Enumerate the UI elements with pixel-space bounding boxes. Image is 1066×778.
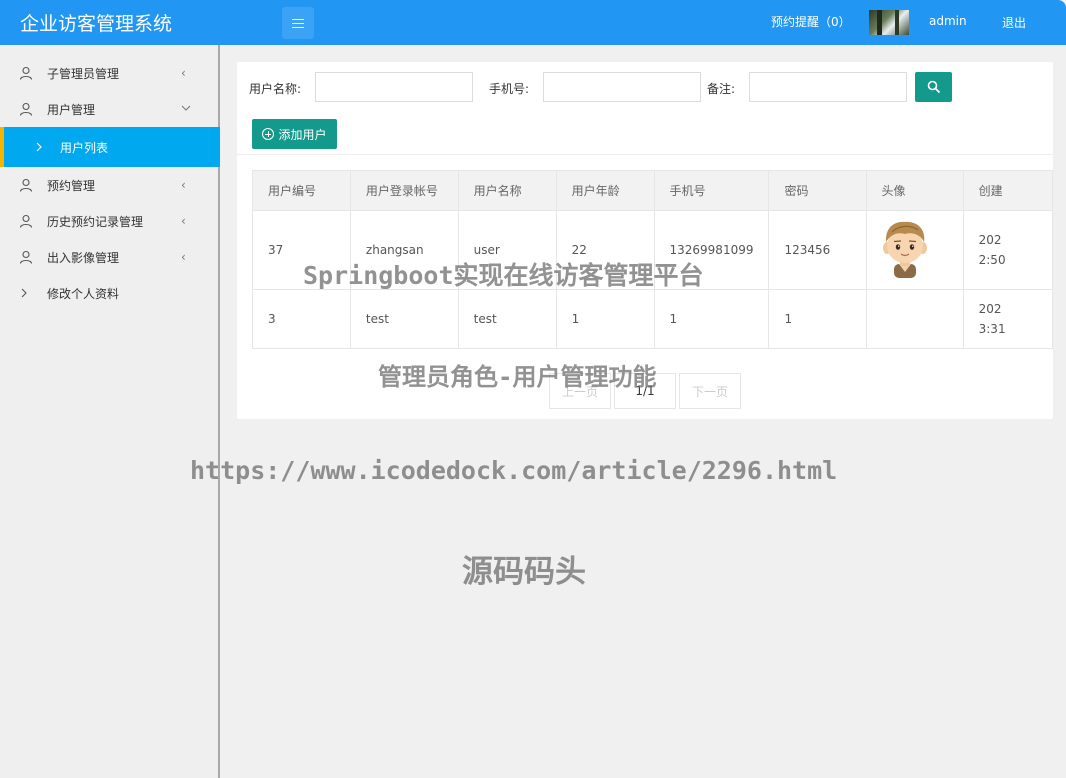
cell-phone: 1	[653, 289, 770, 349]
column-header[interactable]: 创建	[962, 170, 1053, 211]
column-header[interactable]: 用户年龄	[555, 170, 655, 211]
created-date: 202	[978, 233, 1002, 247]
cell-id: 3	[252, 289, 351, 349]
user-icon	[19, 102, 33, 116]
cell-created: 202 3:31	[962, 289, 1053, 349]
sidebar-item-appointment[interactable]: 预约管理 ‹	[0, 167, 220, 203]
user-icon	[19, 250, 33, 264]
username-link[interactable]: admin	[929, 14, 967, 28]
created-time: 2:50	[978, 253, 1006, 267]
sidebar-item-label: 出入影像管理	[47, 250, 120, 265]
chevron-left-icon: ‹	[181, 178, 186, 192]
cell-created: 202 2:50	[962, 210, 1053, 290]
sidebar-item-user-management[interactable]: 用户管理	[0, 91, 220, 127]
search-button[interactable]	[915, 72, 952, 102]
menu-toggle-button[interactable]	[282, 7, 314, 39]
chevron-left-icon: ‹	[181, 66, 186, 80]
app-title: 企业访客管理系统	[20, 13, 173, 35]
cell-account: test	[349, 289, 459, 349]
add-user-label: 添加用户	[278, 127, 327, 142]
user-list-panel: 用户名称: 手机号: 备注: 添加用户 用户编号 用户登录帐号 用户名称 用户年…	[237, 62, 1053, 419]
phone-filter-input[interactable]	[543, 72, 701, 102]
username-filter-input[interactable]	[315, 72, 473, 102]
column-header[interactable]: 用户名称	[457, 170, 557, 211]
sidebar-item-label: 用户列表	[60, 140, 109, 155]
chevron-down-icon	[181, 105, 191, 111]
top-header: 企业访客管理系统 预约提醒（0） admin 退出	[0, 0, 1066, 45]
chevron-left-icon: ‹	[181, 250, 186, 264]
chevron-right-icon	[21, 288, 27, 298]
cell-name: user	[457, 210, 557, 290]
created-time: 3:31	[978, 322, 1006, 336]
username-filter-label: 用户名称:	[249, 82, 302, 96]
divider	[237, 154, 1053, 155]
cell-age: 22	[555, 210, 655, 290]
cell-age: 1	[555, 289, 655, 349]
cell-id: 37	[252, 210, 351, 290]
user-avatar[interactable]	[869, 10, 909, 35]
prev-page-button[interactable]: 上一页	[549, 373, 611, 409]
column-header[interactable]: 手机号	[653, 170, 770, 211]
sidebar-item-label: 用户管理	[47, 102, 96, 117]
column-header[interactable]: 用户编号	[252, 170, 351, 211]
sidebar-item-history[interactable]: 历史预约记录管理 ‹	[0, 203, 220, 239]
table-row[interactable]: 37 zhangsan user 22 13269981099 123456 2…	[252, 210, 1053, 290]
plus-circle-icon	[262, 128, 275, 140]
hamburger-icon	[292, 18, 304, 28]
created-date: 202	[978, 302, 1002, 316]
sidebar-item-label: 预约管理	[47, 178, 96, 193]
user-icon	[19, 214, 33, 228]
cartoon-boy-avatar[interactable]	[882, 220, 928, 278]
sidebar-item-sub-admin[interactable]: 子管理员管理 ‹	[0, 55, 220, 91]
table-header-row: 用户编号 用户登录帐号 用户名称 用户年龄 手机号 密码 头像 创建	[252, 170, 1053, 211]
user-icon	[19, 178, 33, 192]
watermark-url: https://www.icodedock.com/article/2296.h…	[190, 456, 838, 485]
cell-name: test	[457, 289, 557, 349]
cell-avatar	[865, 289, 964, 349]
cell-password: 1	[768, 289, 867, 349]
sidebar: 子管理员管理 ‹ 用户管理 用户列表 预约管理 ‹ 历史预约记录管理 ‹ 出入影…	[0, 45, 220, 778]
watermark-brand: 源码码头	[462, 554, 586, 590]
phone-filter-label: 手机号:	[489, 82, 530, 96]
sidebar-item-label: 历史预约记录管理	[47, 214, 144, 229]
current-page-indicator: 1/1	[614, 373, 676, 409]
note-filter-input[interactable]	[749, 72, 907, 102]
column-header[interactable]: 头像	[865, 170, 964, 211]
cell-avatar	[865, 210, 964, 290]
sidebar-item-label: 子管理员管理	[47, 66, 120, 81]
sidebar-item-entry-images[interactable]: 出入影像管理 ‹	[0, 239, 220, 275]
sidebar-item-user-list[interactable]: 用户列表	[0, 127, 220, 167]
user-table: 用户编号 用户登录帐号 用户名称 用户年龄 手机号 密码 头像 创建 37 zh…	[252, 170, 1053, 349]
user-icon	[19, 66, 33, 80]
cell-password: 123456	[768, 210, 867, 290]
chevron-left-icon: ‹	[181, 214, 186, 228]
search-icon	[927, 80, 940, 94]
sidebar-item-edit-profile[interactable]: 修改个人资料	[0, 275, 220, 311]
column-header[interactable]: 密码	[768, 170, 867, 211]
column-header[interactable]: 用户登录帐号	[349, 170, 459, 211]
table-row[interactable]: 3 test test 1 1 1 202 3:31	[252, 289, 1053, 349]
sidebar-item-label: 修改个人资料	[47, 286, 120, 301]
chevron-right-icon	[36, 142, 42, 152]
next-page-button[interactable]: 下一页	[679, 373, 741, 409]
note-filter-label: 备注:	[707, 82, 736, 96]
appointment-reminder-link[interactable]: 预约提醒（0）	[771, 13, 851, 30]
logout-link[interactable]: 退出	[1002, 14, 1026, 31]
add-user-button[interactable]: 添加用户	[252, 119, 337, 149]
cell-phone: 13269981099	[653, 210, 770, 290]
cell-account: zhangsan	[349, 210, 459, 290]
